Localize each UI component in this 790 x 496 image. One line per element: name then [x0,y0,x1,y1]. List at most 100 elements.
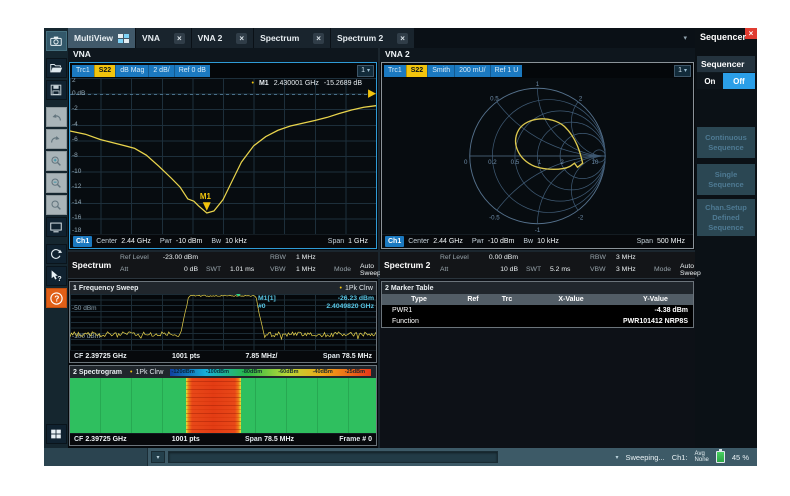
button-line: Defined [712,213,740,223]
spectrum-quadrant[interactable]: Spectrum Ref Level -23.00 dBm RBW 1 MHz … [68,252,378,448]
rbw-value[interactable]: 3 MHz [616,254,654,261]
span-value[interactable]: 1 GHz [348,238,368,245]
trace-ref: Ref 1 U [490,65,523,77]
bw-value[interactable]: 10 kHz [537,238,559,245]
marker-bullet-icon: • [252,80,254,87]
statusbar-dropdown[interactable]: ▾ [151,451,165,463]
tab-spectrum[interactable]: Spectrum × [254,28,330,48]
undo-button[interactable] [46,107,67,127]
help-button[interactable]: ? [46,288,67,308]
zoom-out-selection-button[interactable] [46,173,67,193]
att-value[interactable]: 0 dB [156,266,206,273]
frame-value[interactable]: # 0 [362,436,372,443]
screenshot-button[interactable] [46,31,67,51]
ref-level-value[interactable]: -23.00 dBm [156,254,206,261]
context-help-button[interactable]: ? [46,266,67,286]
redo-icon [49,132,63,146]
mode-label: Mode [654,266,680,273]
window-number-dropdown[interactable]: 1 ▾ [357,65,374,77]
mode-value[interactable]: Auto Sweep [360,263,381,277]
colorbar-label: -60dBm [278,369,298,376]
cf-value[interactable]: 2.39725 GHz [85,353,126,360]
frequency-sweep-window[interactable]: 1 Frequency Sweep • 1Pk Clrw -50 dBm -10… [69,281,377,363]
table-row[interactable]: PWR1 -4.38 dBm [382,305,693,316]
center-value[interactable]: 2.44 GHz [121,238,151,245]
open-file-button[interactable] [46,58,67,78]
swt-value[interactable]: 5.2 ms [550,266,590,273]
spectrum-channel-bar[interactable]: Spectrum Ref Level -23.00 dBm RBW 1 MHz … [68,252,378,279]
windows-logo-icon [49,427,63,441]
vna-trace-plot: M1 [70,78,376,234]
sequencer-off-button[interactable]: Off [723,73,755,89]
vna-diagram-window[interactable]: Trc1 S22 dB Mag 2 dB/ Ref 0 dB 1 ▾ 2 0 d… [69,62,377,249]
statusbar-message-field[interactable] [168,451,498,463]
span-value[interactable]: 500 MHz [657,238,685,245]
close-tab-spectrum2-icon[interactable]: × [397,33,408,44]
vna2-diagram-window[interactable]: Trc1 S22 Smith 200 mU/ Ref 1 U 1 ▾ [381,62,694,249]
vna-marker-readout: • M1 2.430001 GHz -15.2689 dB [252,80,363,87]
tab-vna2[interactable]: VNA 2 × [192,28,253,48]
sequencer-on-button[interactable]: On [697,73,723,89]
button-line: Single [715,170,738,180]
single-sequence-button[interactable]: Single Sequence [697,164,755,195]
continuous-sequence-button[interactable]: Continuous Sequence [697,127,755,158]
save-button[interactable] [46,80,67,100]
vbw-value[interactable]: 1 MHz [296,266,334,273]
display-button[interactable] [46,217,67,237]
channel-badge[interactable]: Ch1 [73,236,92,247]
smith-reactance-label: -1 [535,227,541,234]
rbw-value[interactable]: 1 MHz [296,254,334,261]
sync-button[interactable] [46,244,67,264]
chan-setup-defined-sequence-button[interactable]: Chan.Setup Defined Sequence [697,199,755,236]
vbw-value[interactable]: 3 MHz [616,266,654,273]
spectrogram-header: 2 Spectrogram • 1Pk Clrw -120dBm -100dBm… [70,366,376,378]
redo-button[interactable] [46,129,67,149]
pwr-value[interactable]: -10 dBm [176,238,202,245]
window-title: 2 Spectrogram [73,369,122,376]
span-label: Span [328,238,344,245]
vna-trace-header[interactable]: Trc1 S22 dB Mag 2 dB/ Ref 0 dB 1 ▾ [70,63,376,78]
bw-value[interactable]: 10 kHz [225,238,247,245]
swt-value[interactable]: 1.01 ms [230,266,270,273]
ref-level-value[interactable]: 0.00 dBm [476,254,526,261]
span-value[interactable]: 78.5 MHz [264,436,294,443]
spectrogram-window[interactable]: 2 Spectrogram • 1Pk Clrw -120dBm -100dBm… [69,365,377,446]
close-tab-vna2-icon[interactable]: × [236,33,247,44]
spectrum2-channel-bar[interactable]: Spectrum 2 Ref Level 0.00 dBm RBW 3 MHz … [380,252,695,279]
window-title: 1 Frequency Sweep [73,285,138,292]
center-label: Center [96,238,117,245]
close-tab-spectrum-icon[interactable]: × [313,33,324,44]
windows-start-button[interactable] [46,424,67,444]
spectrum-channel-name: Spectrum [68,252,120,278]
att-label: Att [440,266,476,273]
vna-quadrant[interactable]: VNA Trc1 S22 dB Mag 2 dB/ Ref 0 dB 1 ▾ [68,48,378,250]
tab-overflow-arrow[interactable]: ▾ [683,34,695,42]
table-row[interactable]: Function PWR101412 NRP8S [382,316,693,327]
cf-value[interactable]: 2.39725 GHz [85,436,126,443]
span-value[interactable]: 78.5 MHz [342,353,372,360]
statusbar-expand-arrow[interactable]: ▾ [615,454,618,461]
marker-name: #0 [258,303,266,311]
close-tab-vna-icon[interactable]: × [174,33,185,44]
tab-spectrum2[interactable]: Spectrum 2 × [331,28,414,48]
att-value[interactable]: 10 dB [476,266,526,273]
mode-value[interactable]: Auto Sweep [680,263,701,277]
vna2-trace-chips: Trc1 S22 Smith 200 mU/ Ref 1 U [384,65,522,77]
marker-table-window[interactable]: 2 Marker Table Type Ref Trc X-Value Y-Va… [381,281,694,328]
vbw-label: VBW [270,266,296,273]
pwr-value[interactable]: -10 dBm [488,238,514,245]
spectrum2-quadrant[interactable]: Spectrum 2 Ref Level 0.00 dBm RBW 3 MHz … [380,252,695,448]
tab-vna[interactable]: VNA × [136,28,191,48]
sweep-status: Sweeping... [626,453,665,462]
channel-badge[interactable]: Ch1 [385,236,404,247]
avg-value: None [695,457,709,464]
zoom-in-selection-button[interactable] [46,151,67,171]
close-window-icon[interactable]: × [745,28,757,39]
zoom-off-button[interactable] [46,195,67,215]
vna2-quadrant[interactable]: VNA 2 Trc1 S22 Smith 200 mU/ Ref 1 U 1 ▾ [380,48,695,250]
tab-multiview[interactable]: MultiView [68,28,135,48]
s-parameter: S22 [94,65,115,77]
center-value[interactable]: 2.44 GHz [433,238,463,245]
vna2-trace-header[interactable]: Trc1 S22 Smith 200 mU/ Ref 1 U 1 ▾ [382,63,693,78]
window-number-dropdown[interactable]: 1 ▾ [674,65,691,77]
